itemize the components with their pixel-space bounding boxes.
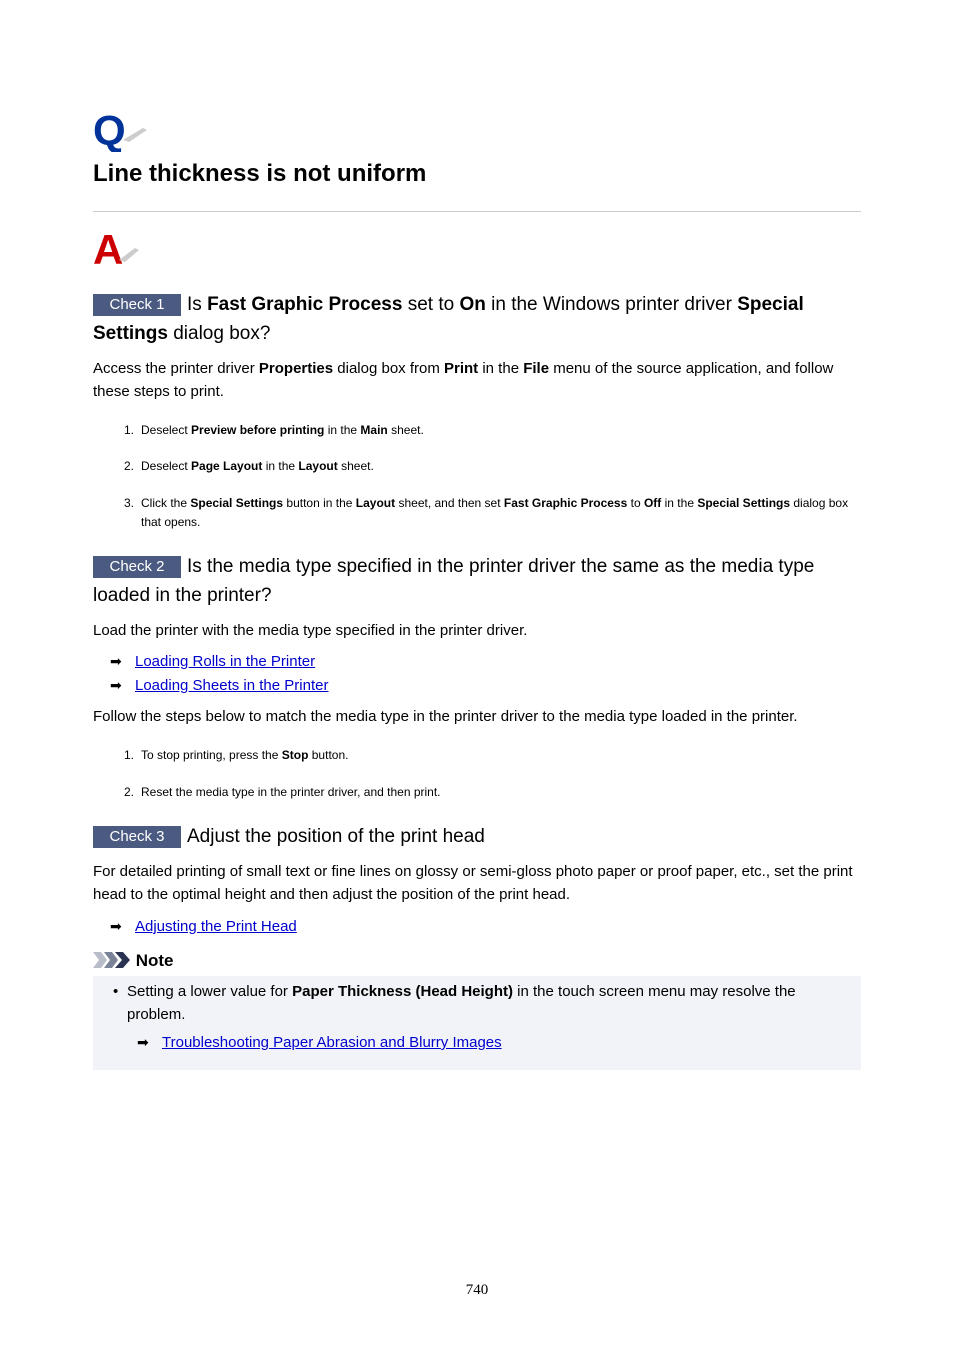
check2-heading: Check 2 Is the media type specified in th… xyxy=(93,556,815,606)
check2-paragraph-2: Follow the steps below to match the medi… xyxy=(93,708,798,725)
check1-badge: Check 1 xyxy=(93,294,181,316)
check3-badge: Check 3 xyxy=(93,826,181,848)
check2-steps: 1. To stop printing, press the Stop butto… xyxy=(124,746,854,802)
page-title: Line thickness is not uniform xyxy=(93,160,427,187)
check1-heading: Check 1 Is Fast Graphic Process set to On… xyxy=(93,294,804,344)
divider xyxy=(93,211,861,212)
svg-text:A: A xyxy=(93,228,123,268)
check3-paragraph: For detailed printing of small text or f… xyxy=(93,863,853,903)
step-item: 2. Reset the media type in the printer dr… xyxy=(124,785,441,799)
right-arrow-icon: ➡ xyxy=(137,1034,149,1050)
note-chevrons-icon xyxy=(93,952,130,968)
link-row: ➡ Troubleshooting Paper Abrasion and Blur… xyxy=(137,1034,502,1051)
note-box: • Setting a lower value for Paper Thickn… xyxy=(93,976,861,1070)
right-arrow-icon: ➡ xyxy=(110,653,122,669)
question-q-icon: Q xyxy=(93,110,147,152)
check2-badge: Check 2 xyxy=(93,556,181,578)
loading-sheets-link[interactable]: Loading Sheets in the Printer xyxy=(135,677,328,694)
right-arrow-icon: ➡ xyxy=(110,918,122,934)
svg-text:Q: Q xyxy=(93,110,126,152)
check2-paragraph: Load the printer with the media type spe… xyxy=(93,622,528,639)
right-arrow-icon: ➡ xyxy=(110,677,122,693)
answer-a-icon: A xyxy=(93,228,139,268)
troubleshooting-link[interactable]: Troubleshooting Paper Abrasion and Blurr… xyxy=(162,1034,502,1051)
step-item: 1. To stop printing, press the Stop butto… xyxy=(124,748,349,762)
check1-paragraph: Access the printer driver Properties dia… xyxy=(93,360,834,400)
link-row: ➡ Loading Rolls in the Printer xyxy=(110,651,315,672)
link-row: ➡ Loading Sheets in the Printer xyxy=(110,675,328,696)
page-number: 740 xyxy=(465,1282,489,1298)
loading-rolls-link[interactable]: Loading Rolls in the Printer xyxy=(135,653,315,670)
check1-steps: 1. Deselect Preview before printing in th… xyxy=(124,421,854,532)
link-row: ➡ Adjusting the Print Head xyxy=(110,916,297,937)
step-item: 3. Click the Special Settings button in t… xyxy=(124,496,849,529)
note-text: • Setting a lower value for Paper Thickn… xyxy=(113,983,796,1023)
note-heading: Note xyxy=(93,950,174,972)
adjusting-print-head-link[interactable]: Adjusting the Print Head xyxy=(135,918,297,935)
step-item: 2. Deselect Page Layout in the Layout she… xyxy=(124,459,374,473)
step-item: 1. Deselect Preview before printing in th… xyxy=(124,423,424,437)
check3-heading: Check 3 Adjust the position of the print … xyxy=(93,822,861,851)
